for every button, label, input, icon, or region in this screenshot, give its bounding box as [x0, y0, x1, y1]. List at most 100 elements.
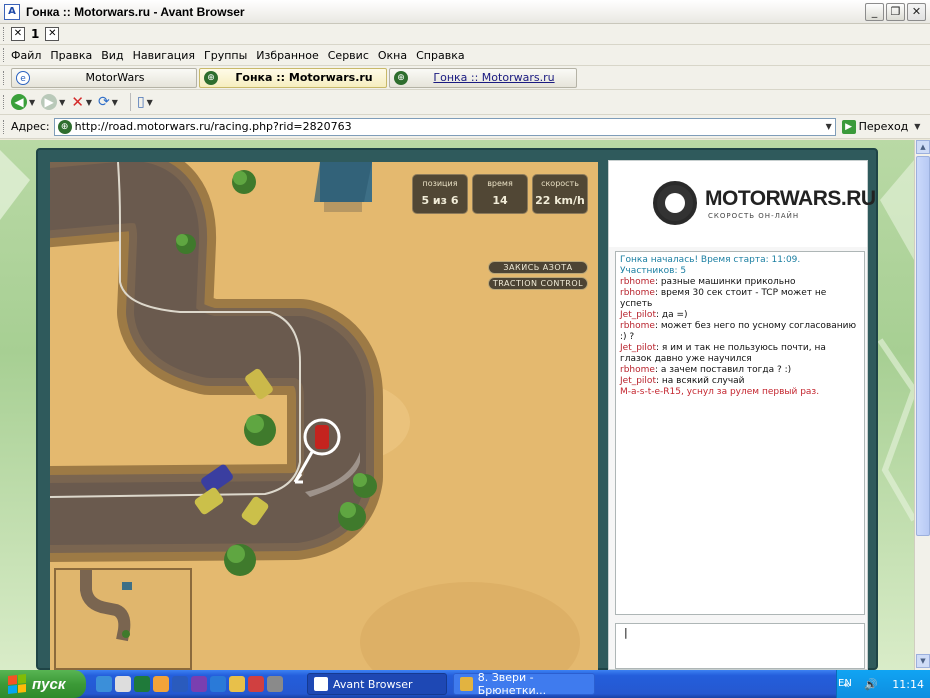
go-arrow-icon: ▶	[841, 119, 856, 134]
menu-navigation[interactable]: Навигация	[133, 49, 195, 62]
toolbar-separator	[129, 93, 131, 111]
menu-groups[interactable]: Группы	[204, 49, 247, 62]
menu-bar: Файл Правка Вид Навигация Группы Избранн…	[0, 45, 930, 66]
chat-nick[interactable]: Jet_pilot	[620, 310, 656, 320]
chat-input[interactable]: |	[615, 623, 865, 669]
address-grip[interactable]	[3, 119, 6, 134]
app-icon[interactable]	[229, 676, 245, 692]
minimap-track	[80, 570, 132, 642]
menu-file[interactable]: Файл	[11, 49, 41, 62]
chat-message: rbhome: может без него по усному согласо…	[620, 321, 857, 342]
close-tab-icon[interactable]: ✕	[45, 27, 60, 41]
logo-name: MOTORWARS.RU	[705, 187, 876, 210]
tab-race-active[interactable]: ⊕ Гонка :: Motorwars.ru	[199, 67, 387, 88]
hud-position-value: 5 из 6	[421, 194, 459, 207]
menu-grip[interactable]	[3, 48, 6, 62]
refresh-button[interactable]: ⟳ ▼	[98, 93, 118, 111]
chat-message: rbhome: время 30 сек стоит - TCP может н…	[620, 288, 827, 309]
chat-nick[interactable]: Jet_pilot	[620, 376, 656, 386]
chat-message: rbhome: а зачем поставил тогда ? :)	[620, 365, 792, 375]
go-label: Переход	[858, 120, 909, 133]
menu-edit[interactable]: Правка	[50, 49, 92, 62]
tab-motorwars[interactable]: e MotorWars	[11, 67, 197, 88]
chevron-down-icon[interactable]: ▼	[59, 98, 65, 107]
stop-button[interactable]: ✕ ▼	[71, 93, 92, 111]
scroll-thumb[interactable]	[916, 156, 930, 536]
windows-flag-icon	[8, 674, 26, 694]
start-button[interactable]: пуск	[0, 670, 86, 698]
app-icon[interactable]	[248, 676, 264, 692]
chevron-down-icon[interactable]: ▼	[914, 122, 920, 131]
task-player[interactable]: 8. Звери - Брюнетки...	[453, 671, 595, 697]
avant-browser-icon: A	[4, 3, 20, 20]
hud-time-value: 14	[492, 194, 508, 207]
hud-position-label: позиция	[422, 179, 458, 188]
menu-favorites[interactable]: Избранное	[256, 49, 318, 62]
menu-windows[interactable]: Окна	[378, 49, 407, 62]
close-all-icon[interactable]: ✕	[11, 27, 25, 41]
media-icon[interactable]	[153, 676, 169, 692]
vertical-scrollbar[interactable]: ▲ ▼	[914, 140, 930, 670]
quick-launch	[96, 676, 283, 692]
chevron-down-icon[interactable]: ▼	[147, 98, 153, 107]
app-icon[interactable]	[115, 676, 131, 692]
chevron-down-icon[interactable]: ▼	[823, 122, 835, 131]
tab-label: Гонка :: Motorwars.ru	[433, 71, 555, 84]
back-button[interactable]: ◀ ▼	[11, 93, 35, 111]
chat-nick[interactable]: rbhome	[620, 288, 655, 298]
motorwars-favicon: ⊕	[57, 119, 72, 134]
go-button[interactable]: ▶ Переход ▼	[841, 119, 920, 134]
new-page-button[interactable]: ▯ ▼	[137, 93, 153, 111]
menu-tools[interactable]: Сервис	[328, 49, 369, 62]
close-button[interactable]: ✕	[907, 2, 926, 21]
task-avant-browser[interactable]: Avant Browser	[307, 673, 447, 695]
forward-button[interactable]: ▶ ▼	[41, 93, 65, 111]
word-icon[interactable]	[172, 676, 188, 692]
minimize-button[interactable]: _	[865, 2, 884, 21]
chat-nick[interactable]: rbhome	[620, 321, 655, 331]
tab-grip[interactable]	[3, 70, 6, 85]
hud-speed-label: скорость	[541, 179, 579, 188]
chat-nick[interactable]: Jet_pilot	[620, 343, 656, 353]
chat-message: Jet_pilot: на всякий случай	[620, 376, 745, 386]
desktop-icon[interactable]	[96, 676, 112, 692]
chat-nick[interactable]: rbhome	[620, 277, 655, 287]
chevron-down-icon[interactable]: ▼	[86, 98, 92, 107]
app-icon[interactable]	[210, 676, 226, 692]
traction-control-button[interactable]: TRACTION CONTROL	[488, 277, 588, 290]
address-input[interactable]: ⊕ http://road.motorwars.ru/racing.php?ri…	[53, 117, 836, 136]
window-count: 1	[31, 27, 40, 41]
chat-log[interactable]: Гонка началась! Время старта: 11:09. Уча…	[615, 251, 865, 615]
chevron-down-icon[interactable]: ▼	[112, 98, 118, 107]
app-icon[interactable]	[267, 676, 283, 692]
excel-icon[interactable]	[134, 676, 150, 692]
task-label: Avant Browser	[333, 677, 413, 691]
tab-race[interactable]: ⊕ Гонка :: Motorwars.ru	[389, 67, 577, 88]
nitro-button[interactable]: ЗАКИСЬ АЗОТА	[488, 261, 588, 274]
menu-help[interactable]: Справка	[416, 49, 464, 62]
scroll-up-icon[interactable]: ▲	[916, 140, 930, 154]
hud-speed-value: 22 km/h	[535, 194, 585, 207]
address-url[interactable]: http://road.motorwars.ru/racing.php?rid=…	[75, 120, 823, 133]
app-icon[interactable]	[191, 676, 207, 692]
hud-position: позиция 5 из 6	[412, 174, 468, 214]
scroll-down-icon[interactable]: ▼	[916, 654, 930, 668]
chevron-down-icon[interactable]: ▼	[29, 98, 35, 107]
race-game-canvas[interactable]: позиция 5 из 6 время 14 скорость 22 km/h…	[50, 162, 598, 670]
restore-button[interactable]: ❐	[886, 2, 905, 21]
language-indicator[interactable]: EN	[838, 678, 852, 689]
forward-arrow-icon: ▶	[41, 94, 58, 110]
motorwars-favicon: ⊕	[204, 70, 218, 85]
chat-text: а зачем поставил тогда ? :)	[660, 365, 792, 375]
tray-icons[interactable]: 🔊	[864, 678, 878, 691]
chat-nick[interactable]: rbhome	[620, 365, 655, 375]
nav-grip[interactable]	[3, 95, 6, 109]
menu-view[interactable]: Вид	[101, 49, 123, 62]
tab-label: Гонка :: Motorwars.ru	[235, 71, 373, 84]
chat-message: rbhome: разные машинки прикольно	[620, 277, 796, 287]
logo-tagline: СКОРОСТЬ ОН-ЛАЙН	[708, 212, 800, 220]
stop-icon: ✕	[71, 93, 84, 111]
chat-text: разные машинки прикольно	[660, 277, 796, 287]
toolbar-grip[interactable]	[3, 27, 6, 41]
chat-text: да =)	[661, 310, 688, 320]
